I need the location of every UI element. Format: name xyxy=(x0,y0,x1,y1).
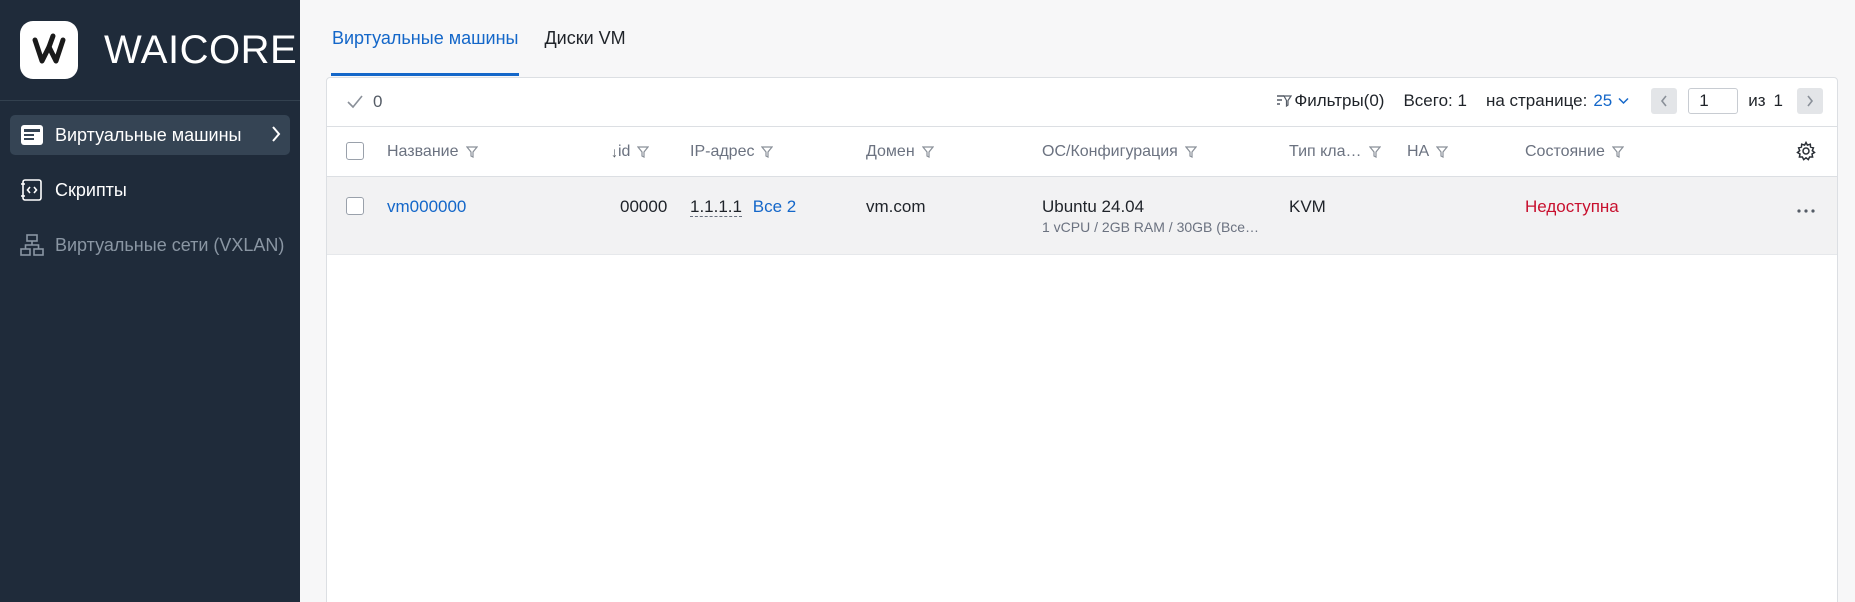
per-page-label: на странице: xyxy=(1485,91,1588,110)
vm-ip[interactable]: 1.1.1.1 xyxy=(690,197,742,217)
per-page-select[interactable]: 25 xyxy=(1593,91,1629,111)
per-page-value: 25 xyxy=(1593,91,1613,110)
brand: WAICORE xyxy=(0,0,300,101)
page-input[interactable] xyxy=(1688,88,1739,114)
status-badge: Недоступна xyxy=(1525,197,1619,216)
main-content: Виртуальные машины Диски VM 0 Фильтры(0)… xyxy=(300,0,1855,602)
column-label: ОС/Конфигурация xyxy=(1042,143,1178,160)
column-header-ip[interactable]: IP-адрес xyxy=(690,143,774,161)
vm-table-panel: 0 Фильтры(0) Всего: 1 на странице: 25 1 … xyxy=(326,77,1838,602)
sidebar-nav: Виртуальные машины Скрипты Виртуальные с… xyxy=(0,101,300,265)
column-label: IP-адрес xyxy=(690,143,755,160)
column-label: Домен xyxy=(866,143,915,160)
filter-icon[interactable] xyxy=(1184,146,1197,158)
prev-page-button[interactable] xyxy=(1651,88,1678,114)
vm-os: Ubuntu 24.04 xyxy=(1042,197,1145,216)
filter-icon[interactable] xyxy=(1611,146,1624,158)
filter-icon[interactable] xyxy=(921,146,934,158)
filter-icon[interactable] xyxy=(1368,146,1381,158)
sidebar-item-scripts[interactable]: Скрипты xyxy=(10,170,290,210)
tab-vm-disks[interactable]: Диски VM xyxy=(543,0,626,76)
checkbox[interactable] xyxy=(346,142,364,160)
filter-icon[interactable] xyxy=(465,146,478,158)
column-label: HA xyxy=(1407,143,1430,160)
column-label: id xyxy=(618,143,631,160)
sidebar-item-virtual-machines[interactable]: Виртуальные машины xyxy=(10,115,290,155)
column-settings-button[interactable] xyxy=(1796,141,1816,161)
total-count: Всего: 1 xyxy=(1403,91,1467,110)
column-label: Тип кла… xyxy=(1289,143,1362,160)
brand-name: WAICORE xyxy=(104,27,298,72)
column-header-id[interactable]: ↓ id xyxy=(611,143,650,161)
server-icon xyxy=(20,123,44,147)
column-label: Состояние xyxy=(1525,143,1605,160)
filter-icon[interactable] xyxy=(1436,146,1449,158)
column-header-type[interactable]: Тип кла… xyxy=(1289,143,1381,161)
sidebar: WAICORE Виртуальные машины Скрипты Вирту… xyxy=(0,0,300,602)
column-header-ha[interactable]: HA xyxy=(1407,143,1449,161)
total-pages: 1 xyxy=(1773,91,1783,110)
vm-ip-cell: 1.1.1.1 Все 2 xyxy=(690,197,796,217)
tab-bar: Виртуальные машины Диски VM xyxy=(331,0,651,76)
filters-label: Фильтры(0) xyxy=(1294,91,1385,110)
vm-config: 1 vCPU / 2GB RAM / 30GB (Все… xyxy=(1042,219,1260,235)
filter-icon[interactable] xyxy=(637,146,650,158)
gear-icon xyxy=(1796,141,1816,161)
more-horizontal-icon xyxy=(1796,208,1816,214)
check-icon xyxy=(346,94,364,110)
sort-desc-icon: ↓ xyxy=(611,144,618,160)
checkbox[interactable] xyxy=(346,197,364,215)
column-header-name[interactable]: Название xyxy=(387,143,478,161)
sidebar-item-label: Скрипты xyxy=(55,179,127,200)
chevron-right-icon xyxy=(1805,94,1815,108)
vm-type: KVM xyxy=(1289,197,1326,216)
column-header-state[interactable]: Состояние xyxy=(1525,143,1624,161)
select-all-checkbox[interactable] xyxy=(346,142,364,160)
table-row[interactable]: vm000000 00000 1.1.1.1 Все 2 vm.com Ubun… xyxy=(327,177,1837,255)
logo-icon[interactable] xyxy=(20,21,78,79)
row-actions-button[interactable] xyxy=(1796,199,1816,219)
table-header: Название ↓ id IP-адрес Домен ОС/Конфигур… xyxy=(327,127,1837,177)
selected-count: 0 xyxy=(373,92,383,111)
toolbar-right: Фильтры(0) Всего: 1 на странице: 25 из xyxy=(1276,88,1823,114)
vm-name-link[interactable]: vm000000 xyxy=(387,197,466,217)
vm-domain: vm.com xyxy=(866,197,926,216)
sidebar-item-label: Виртуальные сети (VXLAN) xyxy=(55,234,285,255)
row-checkbox[interactable] xyxy=(346,197,364,215)
next-page-button[interactable] xyxy=(1797,88,1823,114)
table-toolbar: 0 Фильтры(0) Всего: 1 на странице: 25 1 … xyxy=(327,78,1837,127)
column-label: Название xyxy=(387,143,459,160)
vm-id: 00000 xyxy=(620,197,668,216)
column-header-domain[interactable]: Домен xyxy=(866,143,934,161)
selection-counter: 0 xyxy=(346,92,382,112)
tab-virtual-machines[interactable]: Виртуальные машины xyxy=(331,0,520,76)
filters-button[interactable]: Фильтры(0) xyxy=(1276,91,1384,111)
chevron-down-icon xyxy=(1618,97,1629,105)
chevron-right-icon xyxy=(270,124,282,149)
sidebar-item-virtual-networks[interactable]: Виртуальные сети (VXLAN) xyxy=(10,225,290,265)
filter-list-icon xyxy=(1276,94,1293,108)
filter-icon[interactable] xyxy=(761,146,774,158)
column-header-os[interactable]: ОС/Конфигурация xyxy=(1042,143,1197,161)
ip-show-all-link[interactable]: Все 2 xyxy=(753,197,796,216)
chevron-left-icon xyxy=(1659,94,1669,108)
network-icon xyxy=(20,233,44,257)
script-icon xyxy=(20,178,44,202)
sidebar-item-label: Виртуальные машины xyxy=(55,124,242,145)
page-of-label: из xyxy=(1748,91,1766,110)
